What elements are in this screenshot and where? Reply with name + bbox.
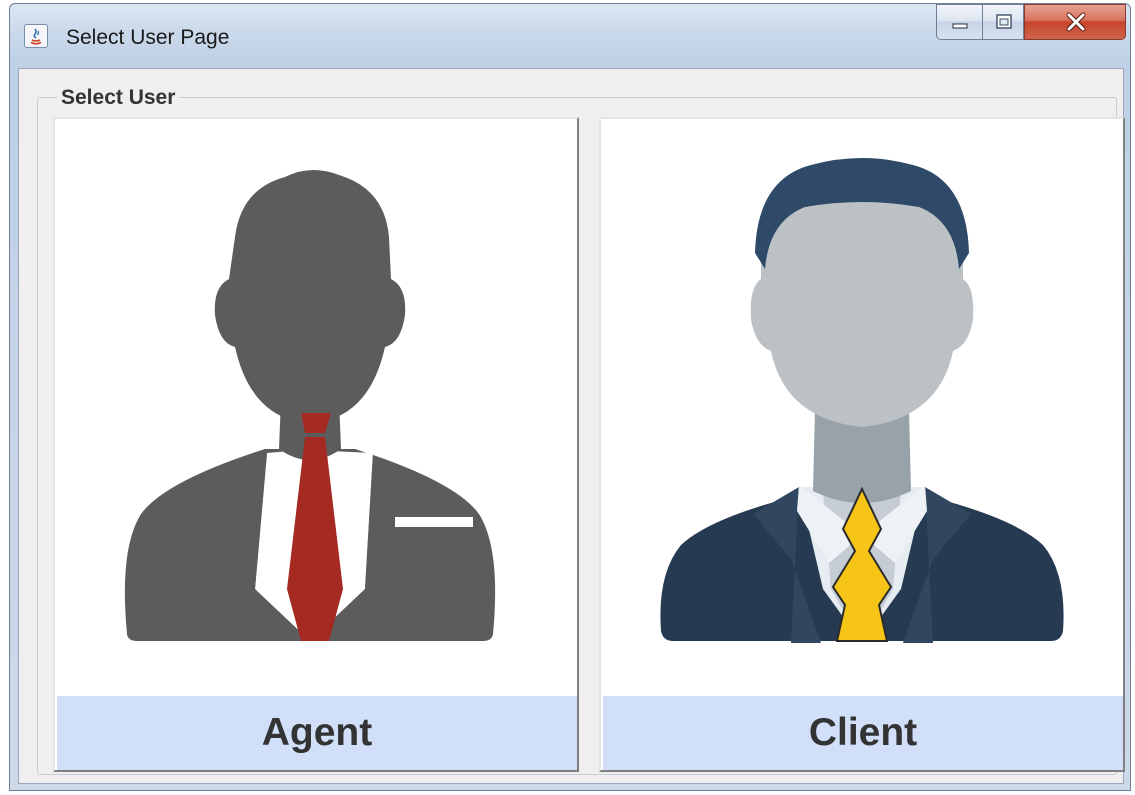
- content-pane: Select User Agent Client: [18, 68, 1125, 784]
- java-app-icon: [24, 24, 48, 48]
- maximize-icon: [996, 14, 1012, 29]
- window-title: Select User Page: [66, 26, 230, 49]
- client-avatar-icon: [660, 158, 1064, 643]
- client-button[interactable]: Client: [599, 117, 1125, 772]
- agent-button[interactable]: Agent: [53, 117, 579, 772]
- maximize-button[interactable]: [982, 4, 1024, 40]
- close-button[interactable]: [1024, 4, 1126, 40]
- minimize-icon: [952, 23, 968, 29]
- group-title: Select User: [57, 86, 180, 110]
- close-icon: [1066, 12, 1086, 32]
- client-label: Client: [603, 696, 1123, 770]
- agent-label: Agent: [57, 696, 577, 770]
- main-window: Select User Page Select User Agent Clien…: [9, 3, 1131, 791]
- minimize-button[interactable]: [936, 4, 982, 40]
- title-bar[interactable]: Select User Page: [10, 4, 1130, 68]
- agent-avatar-icon: [124, 169, 496, 641]
